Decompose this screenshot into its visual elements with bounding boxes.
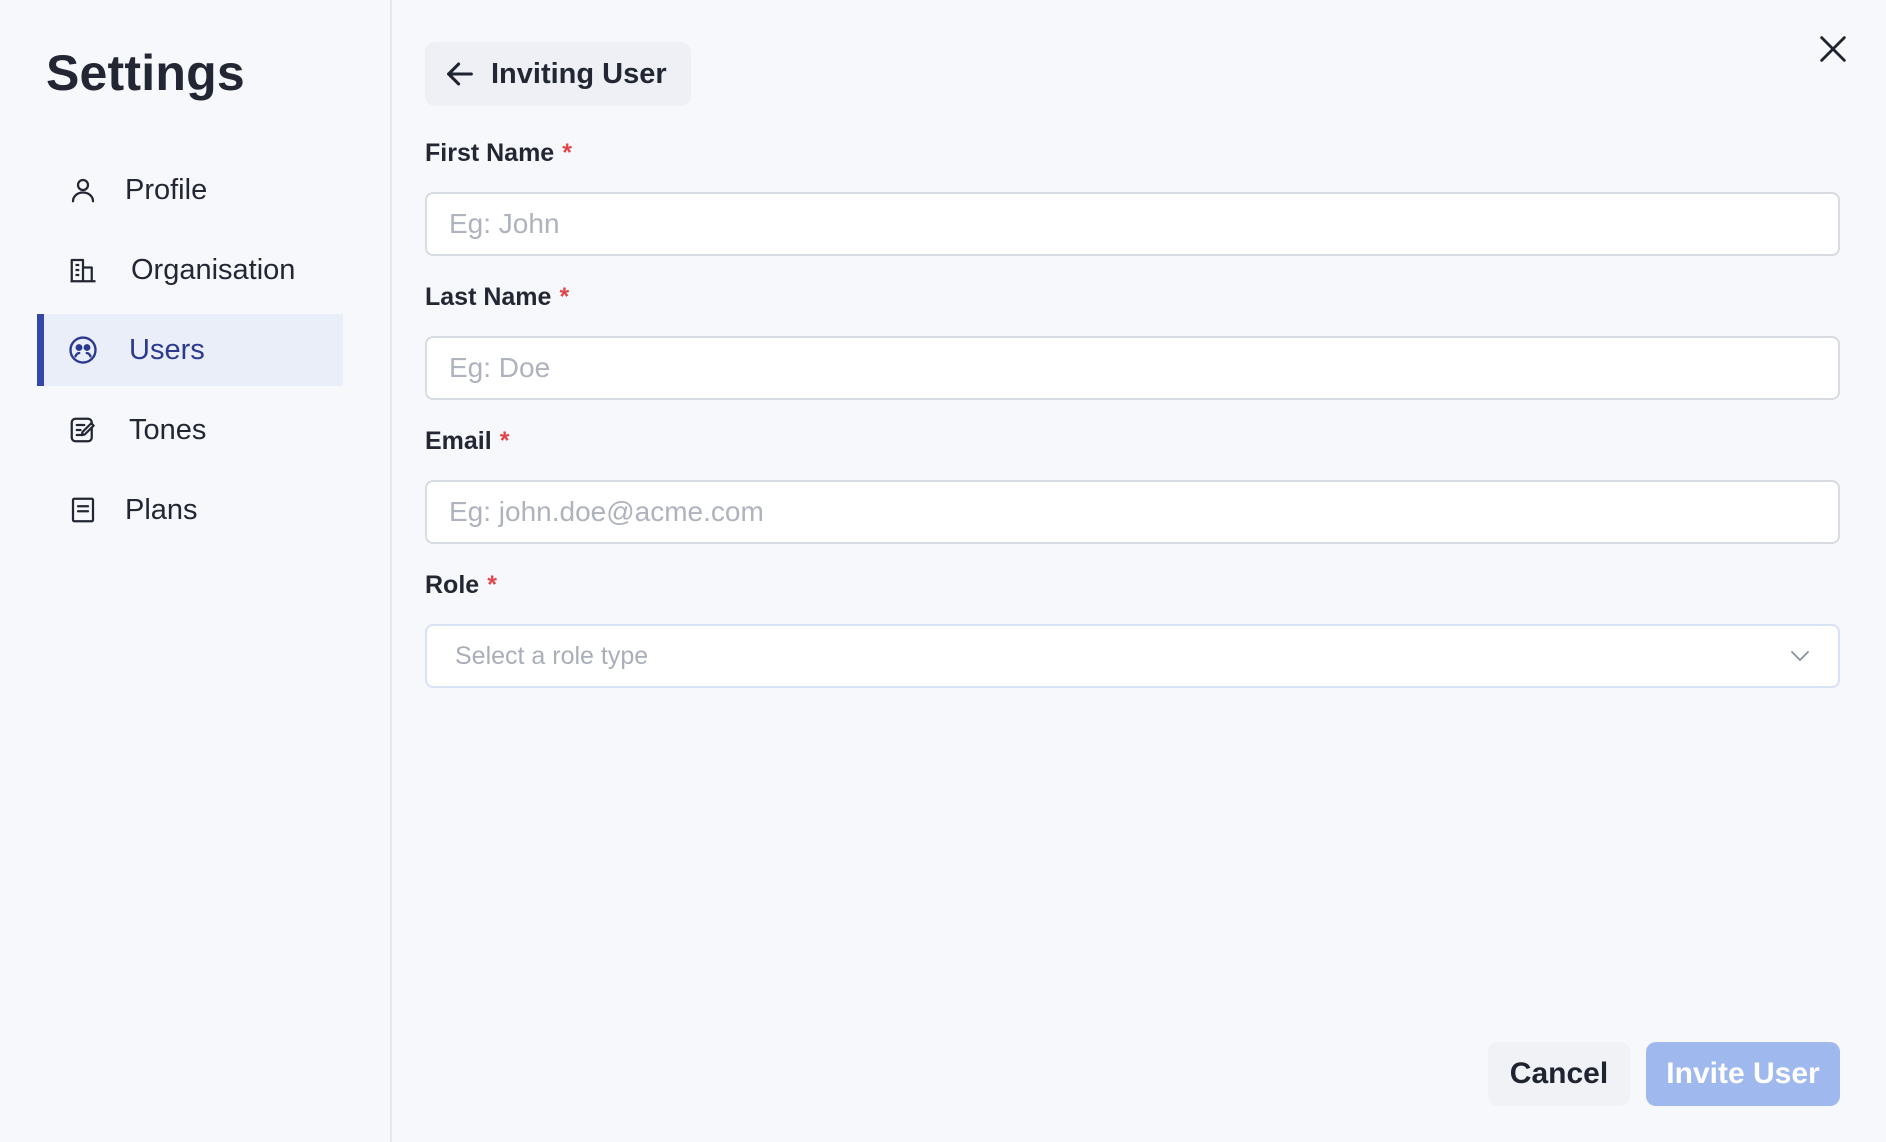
first-name-input[interactable] [425, 192, 1840, 256]
first-name-field: First Name * [425, 136, 1840, 256]
role-label-text: Role [425, 570, 480, 599]
last-name-input[interactable] [425, 336, 1840, 400]
email-label-text: Email [425, 426, 492, 455]
document-icon [67, 494, 99, 526]
arrow-left-icon [447, 62, 473, 86]
settings-sidebar: Settings Profile Organisation Users Tone… [0, 0, 392, 1142]
sidebar-title: Settings [46, 45, 245, 101]
required-mark: * [487, 570, 497, 599]
role-label: Role * [425, 568, 1840, 602]
close-icon [1820, 36, 1846, 62]
edit-note-icon [67, 414, 99, 446]
building-icon [67, 254, 99, 286]
sidebar-item-users[interactable]: Users [37, 314, 343, 386]
last-name-field: Last Name * [425, 280, 1840, 400]
sidebar-item-profile[interactable]: Profile [37, 154, 343, 226]
page-title: Inviting User [491, 57, 667, 90]
first-name-label: First Name * [425, 136, 1840, 170]
role-field: Role * Select a role type [425, 568, 1840, 688]
email-input[interactable] [425, 480, 1840, 544]
sidebar-item-label: Tones [129, 413, 207, 446]
settings-nav: Profile Organisation Users Tones Plans [37, 154, 343, 554]
role-select-placeholder: Select a role type [455, 641, 649, 670]
chevron-down-icon [1791, 651, 1809, 661]
cancel-button[interactable]: Cancel [1488, 1042, 1630, 1106]
role-select[interactable]: Select a role type [425, 624, 1840, 688]
sidebar-item-label: Organisation [131, 253, 296, 286]
last-name-label-text: Last Name [425, 282, 552, 311]
user-icon [67, 174, 99, 206]
required-mark: * [562, 138, 572, 167]
last-name-label: Last Name * [425, 280, 1840, 314]
required-mark: * [559, 282, 570, 311]
back-button[interactable]: Inviting User [425, 42, 691, 106]
sidebar-item-label: Profile [125, 173, 208, 206]
required-mark: * [499, 426, 510, 455]
first-name-label-text: First Name [425, 138, 555, 167]
sidebar-item-label: Plans [125, 493, 198, 526]
users-icon [67, 334, 99, 366]
close-button[interactable] [1816, 32, 1850, 66]
invite-user-panel: Inviting User First Name * Last Name * E… [392, 0, 1886, 1142]
email-label: Email * [425, 424, 1840, 458]
sidebar-item-label: Users [129, 333, 205, 366]
email-field: Email * [425, 424, 1840, 544]
sidebar-item-tones[interactable]: Tones [37, 394, 343, 466]
sidebar-item-plans[interactable]: Plans [37, 474, 343, 546]
invite-user-button[interactable]: Invite User [1646, 1042, 1840, 1106]
sidebar-item-organisation[interactable]: Organisation [37, 234, 343, 306]
settings-modal: Settings Profile Organisation Users Tone… [0, 0, 1886, 1142]
